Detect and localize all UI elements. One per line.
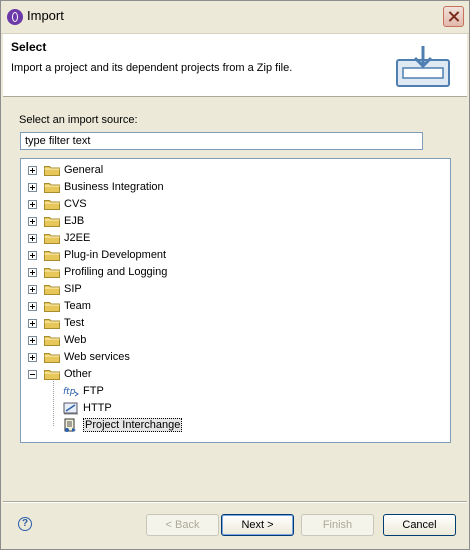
expand-toggle-icon[interactable] <box>28 166 37 175</box>
tree-item-label: Web <box>64 334 87 346</box>
import-source-tree[interactable]: General Business Integration CVS EJB J2EE Plu… <box>20 158 451 443</box>
expand-toggle-icon[interactable] <box>28 268 37 277</box>
tree-item-business-integration[interactable]: Business Integration <box>21 179 441 196</box>
wizard-banner: Select Import a project and its dependen… <box>3 34 467 97</box>
tree-item-label: Plug-in Development <box>64 249 167 261</box>
tree-item-label: Test <box>64 317 85 329</box>
import-source-label: Select an import source: <box>19 114 138 126</box>
folder-icon <box>44 284 60 295</box>
cancel-button[interactable]: Cancel <box>383 514 456 536</box>
folder-icon <box>44 199 60 210</box>
tree-item-web[interactable]: Web <box>21 332 441 349</box>
expand-toggle-icon[interactable] <box>28 285 37 294</box>
tree-item-cvs[interactable]: CVS <box>21 196 441 213</box>
folder-icon <box>44 318 60 329</box>
folder-icon <box>44 335 60 346</box>
tree-item-label: Team <box>64 300 91 312</box>
tree-item-label: EJB <box>64 215 85 227</box>
tree-item-ejb[interactable]: EJB <box>21 213 441 230</box>
button-bar-separator <box>3 501 467 503</box>
title-bar[interactable]: Import <box>1 1 469 34</box>
finish-button[interactable]: Finish <box>301 514 374 536</box>
tree-item-label: FTP <box>83 385 104 397</box>
tree-item-test[interactable]: Test <box>21 315 441 332</box>
tree-item-plug-in-development[interactable]: Plug-in Development <box>21 247 441 264</box>
svg-text:ftp: ftp <box>63 387 76 397</box>
tree-item-project-interchange[interactable]: Project Interchange <box>21 417 441 434</box>
tree-item-http[interactable]: HTTP <box>21 400 441 417</box>
expand-toggle-icon[interactable] <box>28 336 37 345</box>
window-title: Import <box>27 8 64 23</box>
tree-item-label: CVS <box>64 198 87 210</box>
expand-toggle-icon[interactable] <box>28 200 37 209</box>
page-description: Import a project and its dependent proje… <box>11 62 293 74</box>
tree-item-team[interactable]: Team <box>21 298 441 315</box>
eclipse-app-icon <box>7 9 23 25</box>
folder-icon <box>44 267 60 278</box>
open-folder-icon <box>44 369 60 380</box>
folder-icon <box>44 233 60 244</box>
folder-icon <box>44 165 60 176</box>
folder-icon <box>44 301 60 312</box>
ftp-icon: ftp <box>63 384 79 399</box>
tree-item-general[interactable]: General <box>21 162 441 179</box>
import-wizard-icon <box>396 46 450 87</box>
expand-toggle-icon[interactable] <box>28 251 37 260</box>
tree-item-j2ee[interactable]: J2EE <box>21 230 441 247</box>
project-interchange-icon <box>63 418 79 433</box>
http-icon <box>63 401 79 416</box>
expand-toggle-icon[interactable] <box>28 217 37 226</box>
tree-item-ftp[interactable]: ftp FTP <box>21 383 441 400</box>
expand-toggle-icon[interactable] <box>28 319 37 328</box>
import-dialog: Import Select Import a project and its d… <box>0 0 470 550</box>
tree-item-other[interactable]: Other <box>21 366 441 383</box>
folder-icon <box>44 250 60 261</box>
next-button[interactable]: Next > <box>221 514 294 536</box>
tree-item-label: Business Integration <box>64 181 164 193</box>
expand-toggle-icon[interactable] <box>28 302 37 311</box>
tree-item-sip[interactable]: SIP <box>21 281 441 298</box>
tree-item-label: General <box>64 164 104 176</box>
filter-input[interactable] <box>20 132 423 150</box>
help-icon[interactable]: ? <box>18 517 32 531</box>
close-button[interactable] <box>443 6 464 27</box>
tree-item-label: Profiling and Logging <box>64 266 168 278</box>
folder-icon <box>44 216 60 227</box>
folder-icon <box>44 352 60 363</box>
expand-toggle-icon[interactable] <box>28 234 37 243</box>
page-title: Select <box>11 40 47 54</box>
tree-item-label: J2EE <box>64 232 91 244</box>
tree-item-label: Other <box>64 368 92 380</box>
tree-item-label: Project Interchange <box>83 418 183 432</box>
tree-item-web-services[interactable]: Web services <box>21 349 441 366</box>
tree-item-label: SIP <box>64 283 82 295</box>
folder-icon <box>44 182 60 193</box>
tree-item-label: Web services <box>64 351 130 363</box>
expand-toggle-icon[interactable] <box>28 353 37 362</box>
collapse-toggle-icon[interactable] <box>28 370 37 379</box>
tree-item-profiling-and-logging[interactable]: Profiling and Logging <box>21 264 441 281</box>
back-button[interactable]: < Back <box>146 514 219 536</box>
tree-item-label: HTTP <box>83 402 112 414</box>
expand-toggle-icon[interactable] <box>28 183 37 192</box>
